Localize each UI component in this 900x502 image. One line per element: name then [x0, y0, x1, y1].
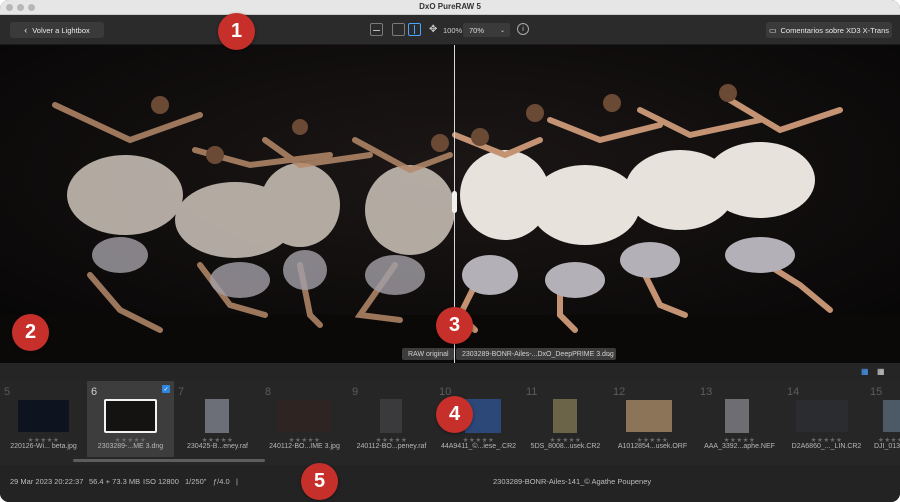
callout-1: 1 [218, 13, 255, 50]
zoom-level-select[interactable]: 70% ⌄ [463, 23, 510, 37]
file-name: 240112-BO...peney.raf [356, 443, 427, 450]
file-name: 220126-Wi... beta.jpg [10, 443, 77, 450]
info-icon[interactable]: i [517, 23, 529, 35]
processed-file-label: 2303289-BONR-Ailes-...DxO_DeepPRIME 3.dn… [462, 350, 614, 358]
item-number: 11 [526, 386, 538, 398]
file-size: 56.4 + 73.3 MB [89, 477, 141, 486]
image-caption: 2303289-BONR-Ailes-141_© Agathe Poupeney [493, 477, 652, 486]
split-view-icon[interactable] [408, 23, 421, 36]
callout-3: 3 [436, 307, 473, 344]
file-name: 44A9411_©...iese_.CR2 [440, 443, 517, 450]
item-number: 12 [613, 386, 626, 398]
status-bar: 29 Mar 2023 20:22:37 56.4 + 73.3 MB ISO … [0, 465, 900, 502]
thumbnail [278, 400, 330, 432]
item-number: 15 [870, 386, 883, 398]
processed-file-select[interactable]: 2303289-BONR-Ailes-...DxO_DeepPRIME 3.dn… [456, 348, 616, 360]
thumbnail [725, 399, 749, 433]
file-name: 230425-B...eney.raf [187, 443, 248, 450]
feedback-label: Comentarios sobre XD3 X-Trans [780, 25, 890, 35]
callout-2: 2 [12, 314, 49, 351]
window-title: DxO PureRAW 5 [419, 2, 481, 11]
back-chevron-icon: ‹ [24, 25, 28, 35]
comment-icon: ▭ [768, 25, 777, 35]
item-number: 6 [91, 386, 98, 398]
file-name: A1012854...usek.ORF [617, 443, 688, 450]
item-number: 7 [178, 386, 185, 398]
thumbnail [626, 400, 672, 432]
grid-view-icon[interactable]: ▦ [861, 368, 869, 376]
title-bar: DxO PureRAW 5 [0, 0, 900, 15]
callout-5: 5 [301, 463, 338, 500]
thumbnail [104, 399, 157, 433]
shutter-speed: 1/250" [185, 477, 207, 486]
filmstrip-item[interactable]: 7 ★★★★★ 230425-B...eney.raf [174, 381, 261, 457]
item-number: 5 [4, 386, 11, 398]
filmstrip-item[interactable]: 15 ★★★★★ DJI_013 [866, 381, 900, 457]
thumbnail [205, 399, 229, 433]
raw-original-label: RAW original [402, 348, 454, 360]
zoom-level-value: 70% [469, 25, 485, 35]
status-separator: | [236, 477, 238, 486]
callout-4: 4 [436, 396, 473, 433]
filmstrip-scrollbar-thumb[interactable] [73, 459, 265, 462]
chevron-down-icon: ⌄ [605, 351, 611, 358]
filmstrip-item[interactable]: 13 ★★★★★ AAA_3392...aphe.NEF [696, 381, 783, 457]
toolbar: ‹ Volver a Lightbox ✥ 100% 70% ⌄ i ▭ Com… [0, 15, 900, 45]
filmstrip-item[interactable]: 11 ★★★★★ 5DS_8008...usek.CR2 [522, 381, 609, 457]
file-name: 2303289-...ME 3.dng [97, 443, 164, 450]
file-name: D2A6860_..._LIN.CR2 [791, 443, 862, 450]
thumbnail [380, 399, 402, 433]
filmstrip-header: ▦ ▦ [0, 363, 900, 381]
file-name: 5DS_8008...usek.CR2 [530, 443, 601, 450]
filmstrip-item[interactable]: 8 ★★★★★ 240112-BO...IME 3.jpg [261, 381, 348, 457]
file-name: 240112-BO...IME 3.jpg [269, 443, 340, 450]
thumbnail [796, 400, 848, 432]
filmstrip-item[interactable]: 5 ★★★★★ 220126-Wi... beta.jpg [0, 381, 87, 457]
file-name: DJI_013 [874, 443, 900, 450]
app-window: DxO PureRAW 5 ‹ Volver a Lightbox ✥ 100%… [0, 0, 900, 502]
thumbnail [883, 400, 900, 432]
filmstrip-item[interactable]: 9 ★★★★★ 240112-BO...peney.raf [348, 381, 435, 457]
chevron-down-icon: ⌄ [499, 27, 505, 34]
zoom-fit-value[interactable]: 100% [443, 26, 462, 35]
compare-view-icon[interactable] [392, 23, 405, 36]
item-number: 13 [700, 386, 713, 398]
item-number: 9 [352, 386, 359, 398]
file-name: AAA_3392...aphe.NEF [704, 443, 775, 450]
capture-date: 29 Mar 2023 20:22:37 [10, 477, 84, 486]
back-label: Volver a Lightbox [32, 25, 90, 35]
back-to-lightbox-button[interactable]: ‹ Volver a Lightbox [10, 22, 104, 38]
thumbnail [18, 400, 69, 432]
filmstrip-item[interactable]: 14 ★★★★★ D2A6860_..._LIN.CR2 [783, 381, 870, 457]
selected-check-icon[interactable]: ✓ [162, 385, 170, 393]
iso-value: ISO 12800 [143, 477, 179, 486]
feedback-button[interactable]: ▭ Comentarios sobre XD3 X-Trans [766, 22, 892, 38]
item-number: 8 [265, 386, 272, 398]
filmstrip-item[interactable]: 6 ✓ ★★★★★ 2303289-...ME 3.dng [87, 381, 174, 457]
list-view-icon[interactable]: ▦ [877, 368, 885, 376]
pan-icon[interactable]: ✥ [429, 23, 437, 36]
thumbnail [553, 399, 577, 433]
split-divider-handle[interactable] [452, 191, 457, 213]
filmstrip-item[interactable]: 12 ★★★★★ A1012854...usek.ORF [609, 381, 696, 457]
single-view-icon[interactable] [370, 23, 383, 36]
aperture-value: ƒ/4.0 [213, 477, 230, 486]
item-number: 14 [787, 386, 800, 398]
